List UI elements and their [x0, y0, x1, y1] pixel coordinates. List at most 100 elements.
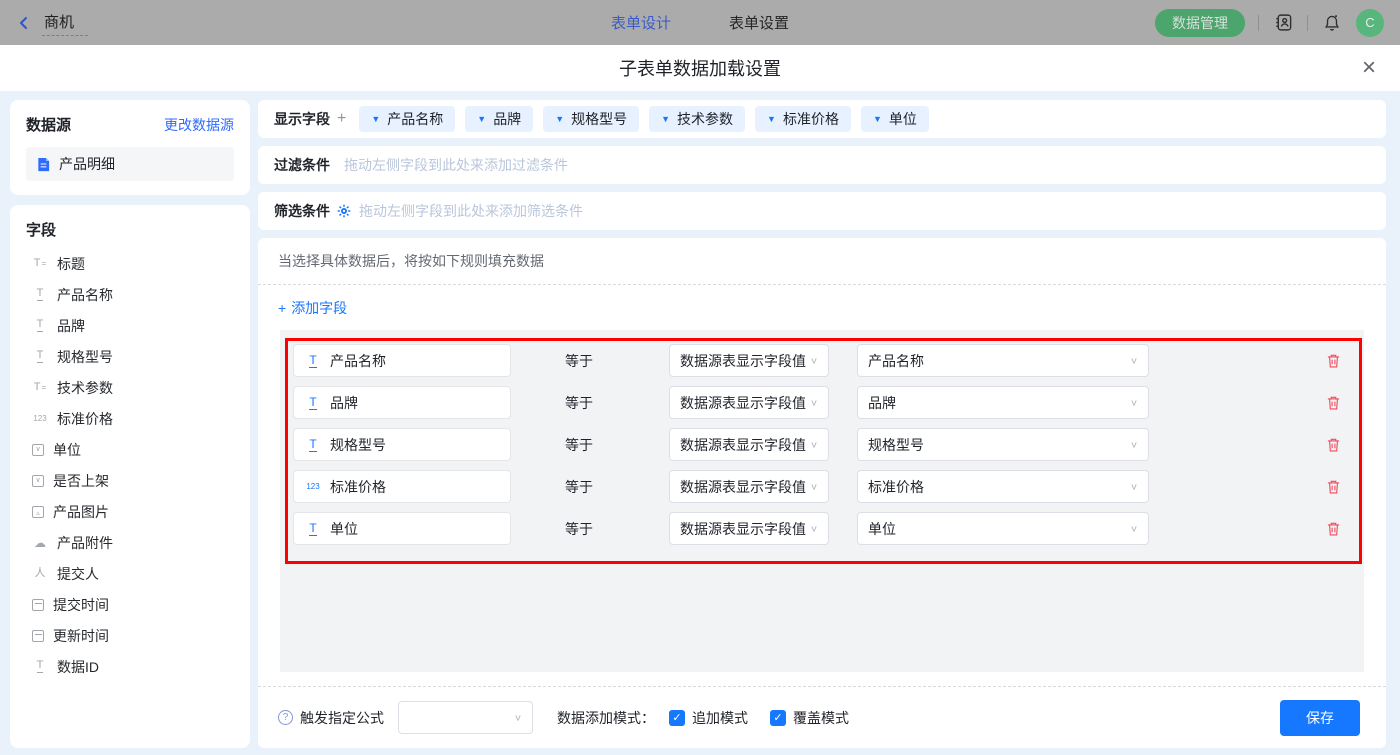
rule-target-select[interactable]: 品牌∨ [857, 386, 1149, 419]
rule-source-value: 数据源表显示字段值 [680, 519, 806, 539]
text-field-icon [305, 396, 321, 410]
sidebar-field-item[interactable]: 更新时间 [26, 620, 234, 651]
sidebar-field-item[interactable]: 单位 [26, 434, 234, 465]
rule-target-value: 品牌 [868, 393, 896, 413]
rule-target-select[interactable]: 单位∨ [857, 512, 1149, 545]
field-label: 提交人 [57, 564, 99, 584]
chevron-down-icon: ∨ [1130, 481, 1138, 491]
display-field-tag[interactable]: ▼产品名称 [359, 106, 455, 132]
display-field-tag[interactable]: ▼单位 [861, 106, 929, 132]
formula-select[interactable]: ∨ [398, 701, 533, 734]
close-icon[interactable]: × [1362, 56, 1376, 80]
gear-icon[interactable] [337, 204, 351, 218]
image-field-icon [32, 506, 44, 518]
screening-conditions-panel[interactable]: 筛选条件 拖动左侧字段到此处来添加筛选条件 [258, 192, 1386, 230]
datasource-item-label: 产品明细 [59, 154, 115, 174]
rule-target-select[interactable]: 产品名称∨ [857, 344, 1149, 377]
text-field-icon [32, 319, 48, 332]
datasource-item[interactable]: 产品明细 [26, 147, 234, 181]
help-icon[interactable]: ? [278, 710, 293, 725]
tab-form-design[interactable]: 表单设计 [611, 12, 671, 33]
rule-field-input[interactable]: 规格型号 [293, 428, 511, 461]
sidebar-field-item[interactable]: 技术参数 [26, 372, 234, 403]
user-avatar[interactable]: C [1356, 9, 1384, 37]
rule-target-select[interactable]: 标准价格∨ [857, 470, 1149, 503]
data-add-mode-label: 数据添加模式： [557, 708, 655, 728]
rule-field-label: 规格型号 [330, 435, 386, 455]
change-datasource-link[interactable]: 更改数据源 [164, 115, 234, 135]
chevron-down-icon: ∨ [810, 481, 818, 491]
datasource-card: 数据源 更改数据源 产品明细 [10, 100, 250, 195]
rule-field-label: 品牌 [330, 393, 358, 413]
fill-rules-panel: 当选择具体数据后，将按如下规则填充数据 + 添加字段 产品名称等于数据源表显示字… [258, 238, 1386, 748]
rule-field-input[interactable]: 产品名称 [293, 344, 511, 377]
sidebar-field-item[interactable]: 数据ID [26, 651, 234, 682]
rule-source-select[interactable]: 数据源表显示字段值∨ [669, 428, 829, 461]
delete-rule-trash-icon[interactable] [1326, 353, 1341, 369]
chevron-down-icon: ∨ [810, 397, 818, 407]
tag-label: 标准价格 [783, 109, 839, 129]
save-button[interactable]: 保存 [1280, 700, 1360, 736]
text-field-icon [32, 660, 48, 673]
rule-field-input[interactable]: 品牌 [293, 386, 511, 419]
delete-rule-trash-icon[interactable] [1326, 395, 1341, 411]
overwrite-mode-checkbox[interactable]: ✓ 覆盖模式 [770, 708, 849, 728]
rule-field-label: 产品名称 [330, 351, 386, 371]
contacts-book-icon[interactable] [1272, 12, 1294, 34]
sidebar-field-item[interactable]: 产品名称 [26, 279, 234, 310]
filter-conditions-panel[interactable]: 过滤条件 拖动左侧字段到此处来添加过滤条件 [258, 146, 1386, 184]
back-button[interactable]: 商机 [16, 9, 88, 36]
modal-body: 数据源 更改数据源 产品明细 字段 标题产品名称品牌规格型号技术参数标准价格单位… [0, 92, 1400, 755]
append-mode-checkbox[interactable]: ✓ 追加模式 [669, 708, 748, 728]
chevron-down-icon: ∨ [1130, 439, 1138, 449]
field-label: 品牌 [57, 316, 85, 336]
rule-source-select[interactable]: 数据源表显示字段值∨ [669, 470, 829, 503]
topbar-actions: 数据管理 C [1155, 9, 1384, 37]
rule-source-select[interactable]: 数据源表显示字段值∨ [669, 344, 829, 377]
rule-source-select[interactable]: 数据源表显示字段值∨ [669, 386, 829, 419]
delete-rule-trash-icon[interactable] [1326, 437, 1341, 453]
tab-form-settings[interactable]: 表单设置 [729, 12, 789, 33]
sidebar-field-item[interactable]: 是否上架 [26, 465, 234, 496]
divider [1258, 15, 1259, 31]
rule-source-select[interactable]: 数据源表显示字段值∨ [669, 512, 829, 545]
display-field-tag[interactable]: ▼标准价格 [755, 106, 851, 132]
caret-down-icon: ▼ [873, 114, 882, 124]
sidebar-field-item[interactable]: 产品图片 [26, 496, 234, 527]
data-manage-button[interactable]: 数据管理 [1155, 9, 1245, 37]
number-field-icon [305, 483, 321, 491]
sidebar-field-item[interactable]: 品牌 [26, 310, 234, 341]
display-field-tag[interactable]: ▼品牌 [465, 106, 533, 132]
chevron-down-icon: ∨ [810, 439, 818, 449]
tag-label: 技术参数 [677, 109, 733, 129]
field-label: 产品附件 [57, 533, 113, 553]
add-display-field-icon[interactable]: + [337, 110, 346, 128]
delete-rule-trash-icon[interactable] [1326, 521, 1341, 537]
display-field-tag[interactable]: ▼规格型号 [543, 106, 639, 132]
rule-target-select[interactable]: 规格型号∨ [857, 428, 1149, 461]
rule-row: 单位等于数据源表显示字段值∨单位∨ [293, 512, 1351, 545]
display-field-tag[interactable]: ▼技术参数 [649, 106, 745, 132]
field-list: 标题产品名称品牌规格型号技术参数标准价格单位是否上架产品图片产品附件提交人提交时… [26, 248, 234, 682]
sidebar-field-item[interactable]: 提交人 [26, 558, 234, 589]
sidebar-field-item[interactable]: 标准价格 [26, 403, 234, 434]
rule-operator: 等于 [565, 519, 599, 539]
fields-card: 字段 标题产品名称品牌规格型号技术参数标准价格单位是否上架产品图片产品附件提交人… [10, 205, 250, 748]
rule-field-input[interactable]: 标准价格 [293, 470, 511, 503]
sidebar-field-item[interactable]: 提交时间 [26, 589, 234, 620]
chevron-down-icon: ∨ [514, 712, 522, 722]
add-field-button[interactable]: + 添加字段 [258, 285, 1386, 330]
caret-down-icon: ▼ [477, 114, 486, 124]
sidebar-field-item[interactable]: 产品附件 [26, 527, 234, 558]
delete-rule-trash-icon[interactable] [1326, 479, 1341, 495]
textarea-field-icon [32, 258, 48, 269]
bell-icon[interactable] [1321, 12, 1343, 34]
display-fields-panel: 显示字段 + ▼产品名称▼品牌▼规格型号▼技术参数▼标准价格▼单位 [258, 100, 1386, 138]
caret-down-icon: ▼ [555, 114, 564, 124]
rule-field-input[interactable]: 单位 [293, 512, 511, 545]
sidebar-field-item[interactable]: 规格型号 [26, 341, 234, 372]
chevron-down-icon: ∨ [810, 355, 818, 365]
chevron-down-icon: ∨ [1130, 523, 1138, 533]
select-field-icon [32, 444, 44, 456]
sidebar-field-item[interactable]: 标题 [26, 248, 234, 279]
